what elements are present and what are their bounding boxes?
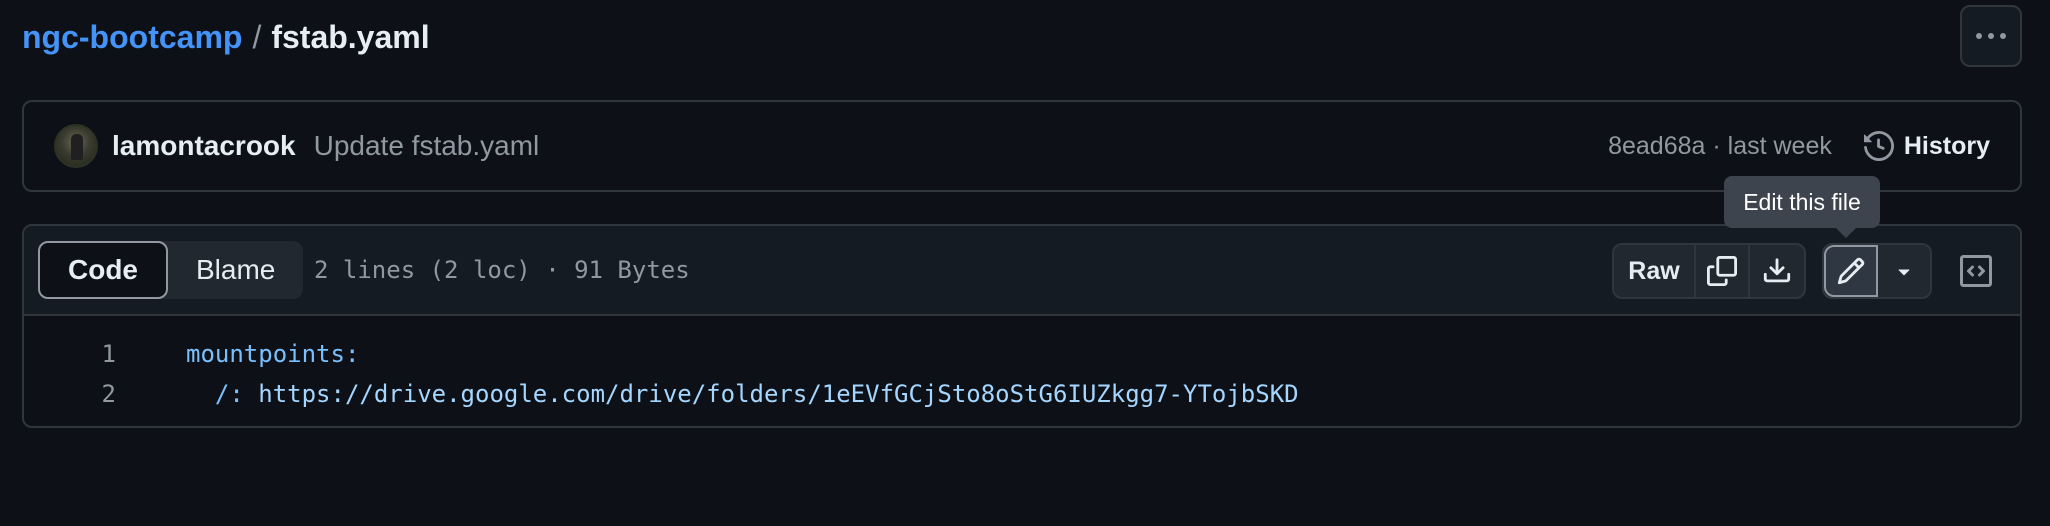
tab-code[interactable]: Code	[38, 241, 168, 299]
kebab-dot	[1988, 33, 1994, 39]
yaml-key: /:	[186, 380, 259, 408]
download-raw-button[interactable]	[1750, 245, 1804, 297]
breadcrumb-separator: /	[252, 18, 262, 55]
edit-options-dropdown[interactable]	[1878, 245, 1930, 297]
commit-author-link[interactable]: lamontacrook	[112, 130, 296, 162]
download-icon	[1763, 258, 1791, 283]
history-button[interactable]: History	[1863, 131, 1990, 161]
history-icon	[1863, 131, 1894, 161]
more-options-button[interactable]	[1960, 5, 2022, 67]
symbols-panel-button[interactable]	[1948, 243, 2004, 299]
history-label: History	[1903, 131, 1990, 160]
breadcrumb: ngc-bootcamp / fstab.yaml	[22, 14, 430, 60]
line-number[interactable]: 1	[24, 340, 116, 368]
tab-blame[interactable]: Blame	[168, 241, 303, 299]
breadcrumb-file-name: fstab.yaml	[271, 18, 430, 55]
copy-raw-button[interactable]	[1696, 245, 1750, 297]
pencil-icon	[1837, 257, 1865, 285]
latest-commit-bar: lamontacrook Update fstab.yaml 8ead68a ·…	[22, 100, 2022, 192]
code-line: 1 mountpoints:	[24, 334, 2020, 374]
kebab-horizontal-icon	[1976, 33, 1982, 39]
edit-actions-group	[1822, 243, 1932, 299]
code-line: 2 /: https://drive.google.com/drive/fold…	[24, 374, 2020, 414]
file-size-info: 2 lines (2 loc) · 91 Bytes	[314, 256, 690, 284]
triangle-down-icon	[1898, 269, 1910, 276]
author-avatar[interactable]	[54, 124, 98, 168]
raw-actions-group: Raw	[1612, 243, 1806, 299]
edit-file-tooltip: Edit this file	[1724, 176, 1880, 238]
line-number[interactable]: 2	[24, 380, 116, 408]
view-toggle: Code Blame	[38, 241, 304, 299]
raw-button[interactable]: Raw	[1614, 245, 1696, 297]
commit-right-group: 8ead68a · last week History	[1608, 131, 1990, 161]
edit-file-button[interactable]	[1824, 245, 1878, 297]
code-view: 1 mountpoints: 2 /: https://drive.google…	[24, 316, 2020, 414]
file-viewer: Code Blame 2 lines (2 loc) · 91 Bytes Ra…	[22, 224, 2022, 428]
kebab-dot	[2000, 33, 2006, 39]
yaml-url-value: https://drive.google.com/drive/folders/1…	[258, 380, 1299, 408]
line-content: mountpoints:	[186, 340, 360, 368]
copy-icon	[1707, 256, 1737, 286]
commit-message-link[interactable]: Update fstab.yaml	[314, 130, 540, 162]
breadcrumb-repo-link[interactable]: ngc-bootcamp	[22, 19, 242, 56]
commit-hash-and-time[interactable]: 8ead68a · last week	[1608, 132, 1832, 161]
line-content: /: https://drive.google.com/drive/folder…	[186, 380, 1299, 408]
file-toolbar: Code Blame 2 lines (2 loc) · 91 Bytes Ra…	[24, 226, 2020, 316]
code-square-icon	[1960, 255, 1992, 287]
